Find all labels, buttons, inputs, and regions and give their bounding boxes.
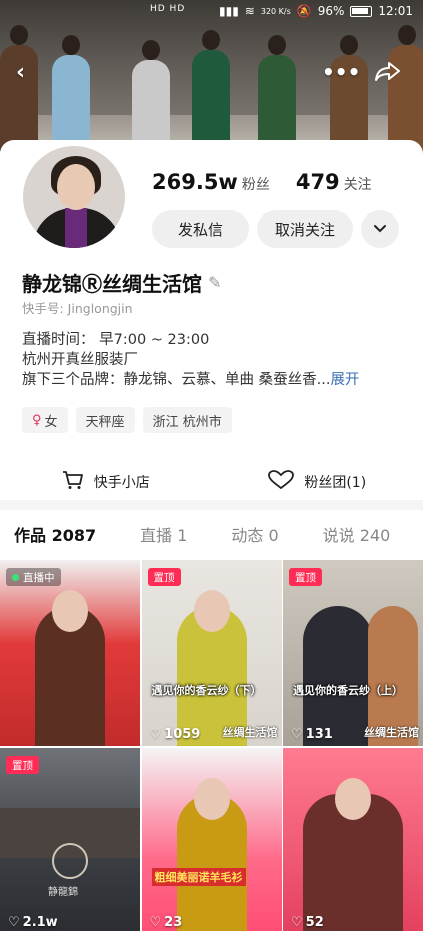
shop-row: 快手小店 粉丝团(1) bbox=[0, 462, 423, 502]
video-thumbnail[interactable]: 置顶 遇见你的香云纱（下） ♡ 1059 丝绸生活馆 bbox=[141, 560, 282, 746]
zodiac-tag: 天秤座 bbox=[75, 407, 135, 433]
heart-outline-icon: ♡ bbox=[149, 915, 162, 930]
status-bar: HD HD ▮▮▮ ≋ 320 K/s 🔕 96% 12:01 bbox=[0, 0, 423, 24]
gender-text: 女 bbox=[44, 414, 58, 430]
bio-line: 旗下三个品牌：静龙锦、云慕、单曲 桑蚕丝香...展开 bbox=[22, 370, 359, 390]
video-watermark: 丝绸生活馆 bbox=[364, 726, 419, 739]
profile-bio: 直播时间： 早7:00 ~ 23:00 杭州开真丝服装厂 旗下三个品牌：静龙锦、… bbox=[22, 330, 359, 390]
location-tag: 浙江 杭州市 bbox=[142, 407, 232, 433]
back-icon[interactable]: ‹ bbox=[16, 60, 25, 85]
shop-entry[interactable]: 快手小店 bbox=[0, 462, 212, 502]
profile-name: 静龙锦Ⓡ丝绸生活馆 ✎ bbox=[22, 268, 221, 297]
net-speed: 320 K/s bbox=[260, 6, 291, 16]
tab-live[interactable]: 直播 1 bbox=[126, 522, 187, 556]
mute-icon: 🔕 bbox=[296, 4, 312, 18]
edit-icon[interactable]: ✎ bbox=[208, 273, 221, 292]
status-right: ▮▮▮ ≋ 320 K/s 🔕 96% 12:01 bbox=[219, 4, 413, 18]
more-dots-icon[interactable]: ••• bbox=[322, 60, 360, 84]
video-caption: 遇见你的香云纱（下） bbox=[151, 684, 262, 697]
likes-count-text: 52 bbox=[305, 915, 324, 930]
female-icon: ♀ bbox=[32, 412, 42, 428]
live-badge-text: 直播中 bbox=[23, 571, 55, 584]
heart-outline-icon: ♡ bbox=[149, 727, 162, 742]
video-thumbnail[interactable]: 置顶 遇见你的香云纱（上） ♡ 131 丝绸生活馆 bbox=[283, 560, 423, 746]
action-buttons: 发私信 取消关注 bbox=[152, 210, 399, 248]
video-grid: 直播中 置顶 遇见你的香云纱（下） ♡ 1059 丝绸生活馆 置顶 遇见你的香云纱… bbox=[0, 560, 423, 931]
brand-watermark: 静龍錦 bbox=[48, 887, 78, 898]
video-thumbnail[interactable]: ♡ 52 bbox=[283, 748, 423, 931]
signal-icon: ▮▮▮ bbox=[218, 4, 239, 18]
heart-outline-icon: ♡ bbox=[291, 727, 303, 742]
tab-posts[interactable]: 说说 240 bbox=[309, 522, 391, 556]
user-id[interactable]: 快手号: Jinglongjin bbox=[22, 298, 133, 317]
content-tabs: 作品 2087 直播 1 动态 0 说说 240 bbox=[0, 522, 423, 556]
video-caption: 粗细美丽诺羊毛衫 bbox=[151, 868, 246, 886]
status-hd-text: HD HD bbox=[150, 4, 186, 14]
send-message-button[interactable]: 发私信 bbox=[152, 210, 249, 248]
chevron-down-icon[interactable] bbox=[361, 210, 399, 248]
heart-outline-icon: ♡ bbox=[291, 915, 303, 930]
shop-label: 快手小店 bbox=[93, 475, 150, 491]
likes-count-text: 23 bbox=[164, 915, 183, 930]
fan-club-label: 粉丝团(1) bbox=[304, 475, 367, 491]
brand-logo-icon bbox=[52, 843, 88, 879]
cart-icon bbox=[62, 470, 84, 495]
pinned-badge: 置顶 bbox=[289, 568, 322, 586]
profile-card: 269.5w 粉丝 479 关注 发私信 取消关注 静龙锦Ⓡ丝绸生活馆 ✎ 快手… bbox=[0, 140, 423, 500]
likes-count-text: 1059 bbox=[164, 727, 201, 742]
video-watermark: 丝绸生活馆 bbox=[222, 726, 278, 739]
followers-label[interactable]: 粉丝 bbox=[242, 174, 270, 194]
heart-outline-icon: ♡ bbox=[8, 915, 20, 930]
gender-tag: ♀ 女 bbox=[22, 407, 68, 433]
profile-banner: HD HD ▮▮▮ ≋ 320 K/s 🔕 96% 12:01 ‹ ••• bbox=[0, 0, 423, 155]
likes-count: ♡ 52 bbox=[291, 915, 324, 930]
video-thumbnail[interactable]: 置顶 静龍錦 ♡ 2.1w bbox=[0, 748, 140, 931]
live-badge: 直播中 bbox=[6, 568, 61, 586]
pinned-badge: 置顶 bbox=[147, 568, 181, 586]
section-divider bbox=[0, 500, 423, 510]
unfollow-button[interactable]: 取消关注 bbox=[257, 210, 353, 248]
likes-count: ♡ 23 bbox=[150, 915, 183, 930]
likes-count: ♡ 131 bbox=[291, 727, 333, 742]
likes-count-text: 131 bbox=[305, 727, 333, 742]
pinned-badge: 置顶 bbox=[6, 756, 39, 774]
bio-expand-link[interactable]: 展开 bbox=[330, 372, 359, 388]
share-arrow-icon[interactable] bbox=[374, 60, 402, 88]
battery-percent: 96% bbox=[317, 4, 345, 18]
following-count[interactable]: 479 bbox=[296, 170, 340, 194]
tab-works[interactable]: 作品 2087 bbox=[0, 522, 96, 556]
video-caption: 遇见你的香云纱（上） bbox=[293, 684, 403, 697]
tab-moments[interactable]: 动态 0 bbox=[217, 522, 278, 556]
bio-line: 直播时间： 早7:00 ~ 23:00 bbox=[22, 332, 210, 348]
following-label[interactable]: 关注 bbox=[344, 174, 372, 194]
battery-icon bbox=[350, 5, 373, 17]
profile-tags: ♀ 女 天秤座 浙江 杭州市 bbox=[22, 407, 232, 433]
profile-stats: 269.5w 粉丝 479 关注 bbox=[152, 170, 394, 194]
bio-line: 杭州开真丝服装厂 bbox=[22, 352, 138, 368]
video-thumbnail[interactable]: 直播中 bbox=[0, 560, 140, 746]
clock: 12:01 bbox=[378, 4, 413, 18]
bio-line-text: 旗下三个品牌：静龙锦、云慕、单曲 桑蚕丝香... bbox=[22, 372, 331, 388]
video-thumbnail[interactable]: 粗细美丽诺羊毛衫 ♡ 23 bbox=[141, 748, 282, 931]
wifi-icon: ≋ bbox=[244, 4, 255, 18]
likes-count-text: 2.1w bbox=[22, 915, 58, 930]
likes-count: ♡ 2.1w bbox=[8, 915, 58, 930]
followers-count[interactable]: 269.5w bbox=[152, 170, 238, 194]
profile-name-text: 静龙锦Ⓡ丝绸生活馆 bbox=[22, 272, 202, 296]
likes-count: ♡ 1059 bbox=[150, 727, 201, 742]
heart-icon bbox=[268, 469, 295, 495]
avatar[interactable] bbox=[20, 143, 128, 251]
fan-club-entry[interactable]: 粉丝团(1) bbox=[212, 462, 423, 502]
